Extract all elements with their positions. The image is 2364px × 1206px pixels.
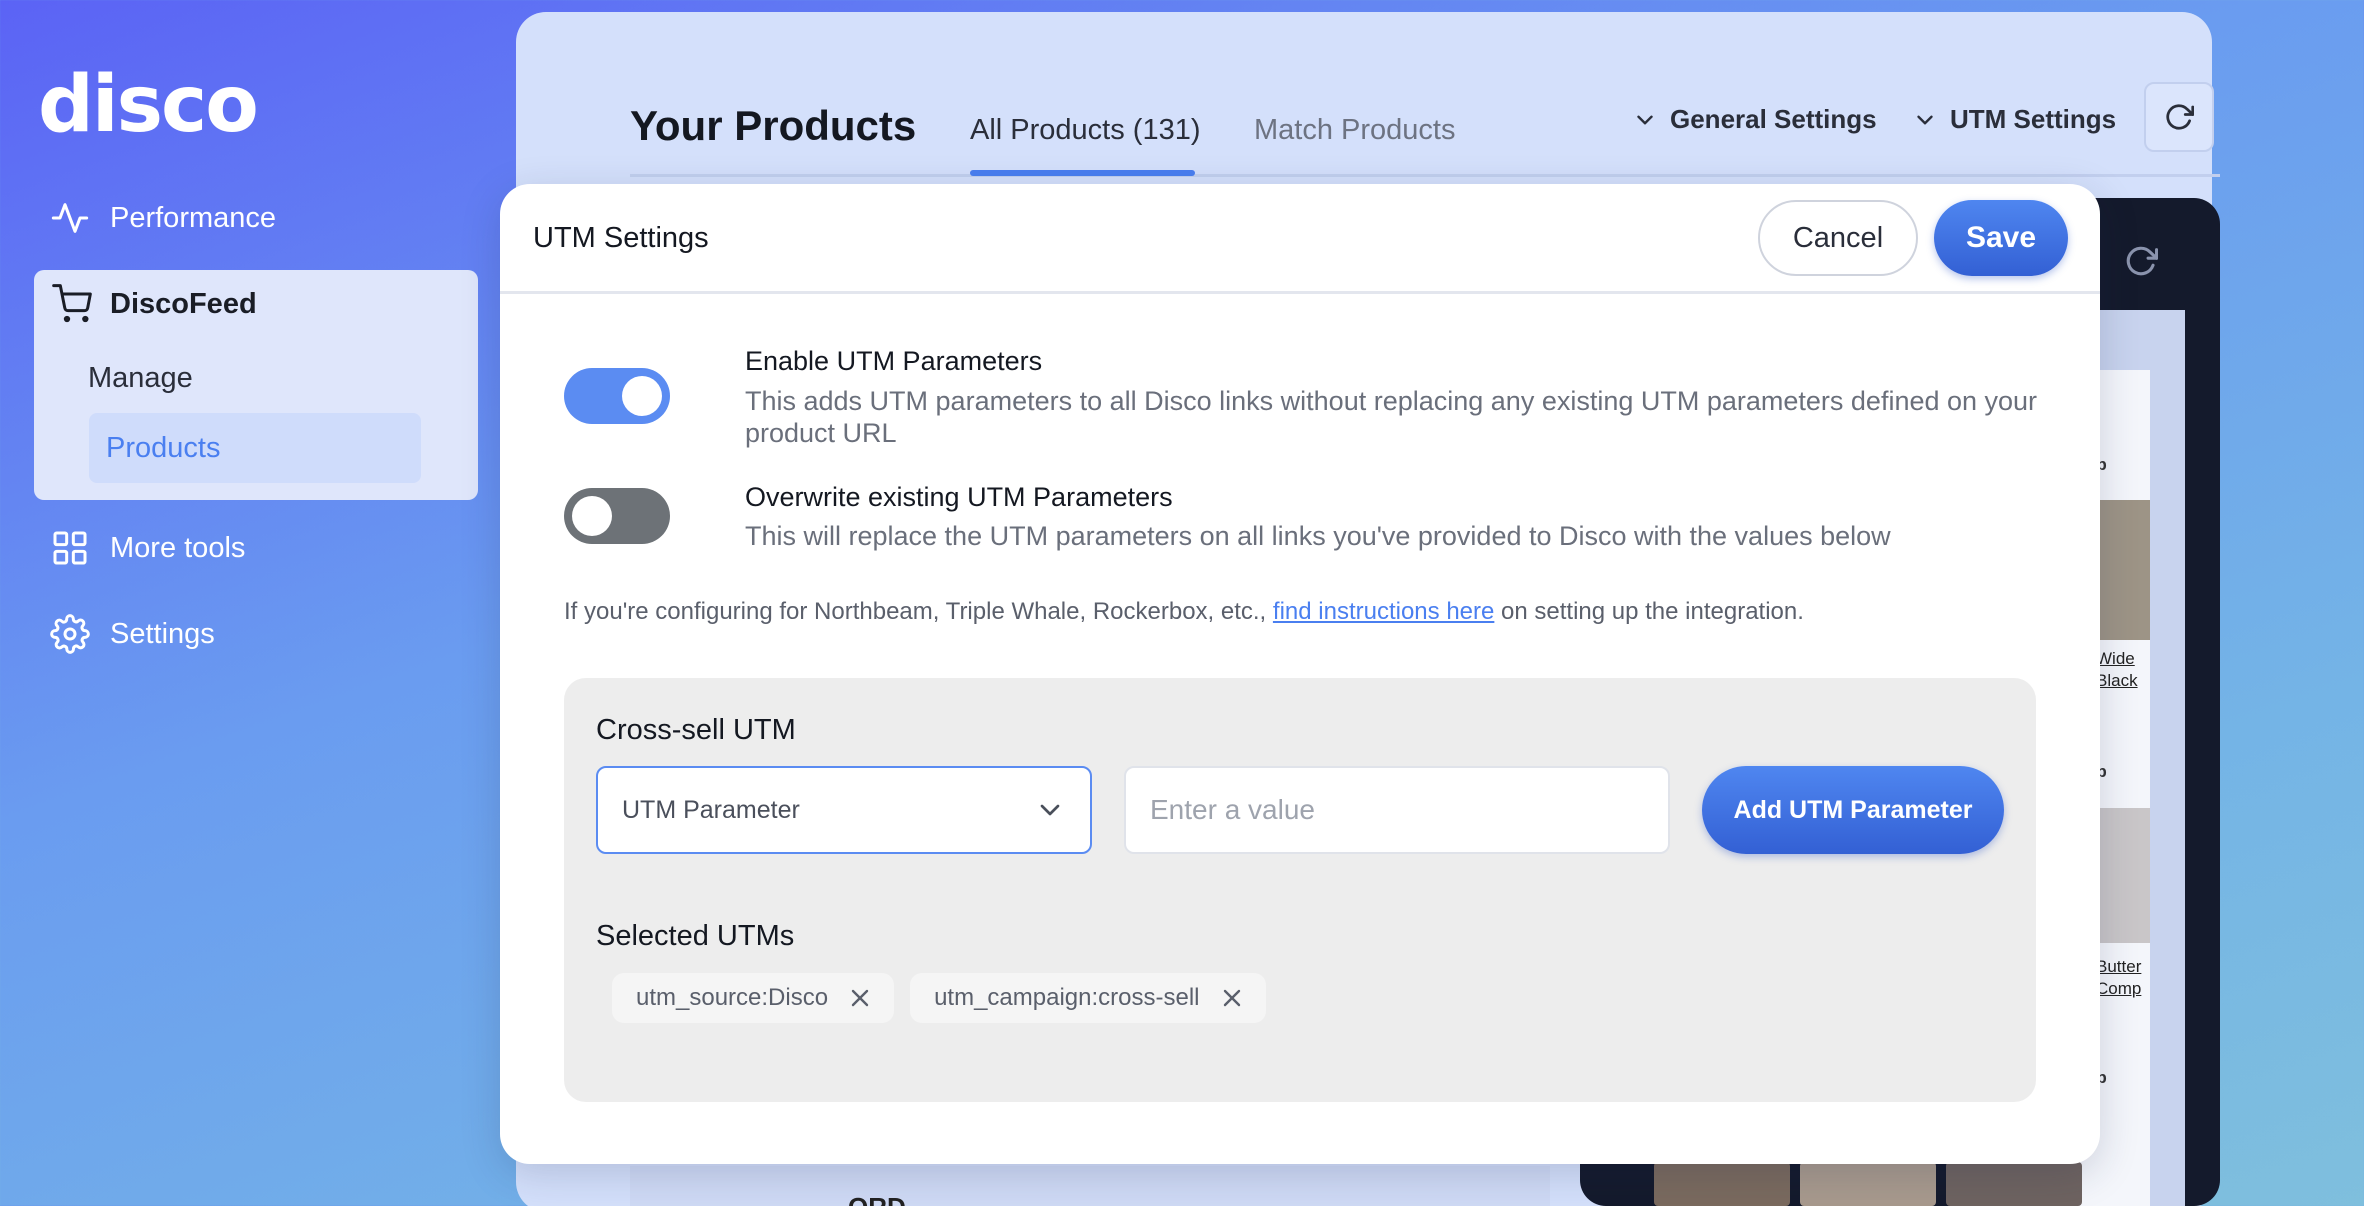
sidebar-item-discofeed[interactable]: DiscoFeed: [52, 284, 257, 324]
utm-chip: utm_campaign:cross-sell: [910, 973, 1266, 1023]
enable-utm-title: Enable UTM Parameters: [745, 346, 1043, 376]
refresh-button[interactable]: [2144, 82, 2214, 152]
page-title: Your Products: [630, 102, 917, 149]
toggle-knob: [622, 376, 662, 416]
disco-logo[interactable]: disco: [38, 66, 259, 144]
utm-settings-dropdown[interactable]: UTM Settings: [1912, 104, 2116, 135]
modal-header: UTM Settings Cancel Save: [500, 184, 2100, 294]
sidebar-item-products[interactable]: Products: [89, 413, 421, 483]
preview-product-link[interactable]: Wide: [2096, 648, 2135, 670]
sidebar-item-performance[interactable]: Performance: [50, 198, 276, 238]
sidebar-item-settings[interactable]: Settings: [50, 614, 215, 654]
toggle-knob: [572, 496, 612, 536]
save-button[interactable]: Save: [1934, 200, 2068, 276]
enable-utm-toggle[interactable]: [564, 368, 670, 424]
preview-product-link[interactable]: Butter: [2096, 956, 2141, 978]
preview-product-image: [2100, 808, 2150, 943]
preview-thumbnail-row: [1654, 1162, 2082, 1206]
enable-utm-description: This adds UTM parameters to all Disco li…: [745, 386, 2038, 448]
info-text: If you're configuring for Northbeam, Tri…: [564, 598, 1267, 625]
preview-refresh-icon[interactable]: [2124, 244, 2158, 278]
overwrite-utm-toggle[interactable]: [564, 488, 670, 544]
section-title: Cross-sell UTM: [596, 714, 796, 746]
info-text: on setting up the integration.: [1501, 598, 1804, 625]
sidebar-item-label: Performance: [110, 201, 277, 234]
active-tab-indicator: [970, 170, 1195, 176]
logo-text: disco: [38, 60, 259, 150]
cart-icon: [52, 284, 92, 323]
chip-label: utm_campaign:cross-sell: [934, 984, 1200, 1011]
chevron-down-icon: [1917, 115, 1933, 124]
integration-info: If you're configuring for Northbeam, Tri…: [564, 598, 1804, 626]
utm-value-input[interactable]: [1124, 766, 1670, 854]
overwrite-utm-title: Overwrite existing UTM Parameters: [745, 482, 1173, 512]
utm-chip: utm_source:Disco: [612, 973, 895, 1023]
preview-thumbnail: [1800, 1162, 1936, 1206]
preview-product-image: [2100, 500, 2150, 640]
close-icon[interactable]: [1220, 986, 1244, 1010]
preview-thumbnail: [1654, 1162, 1790, 1206]
grid-icon: [53, 531, 87, 565]
sidebar-item-label: Settings: [110, 617, 215, 650]
general-settings-dropdown[interactable]: General Settings: [1632, 104, 1877, 135]
activity-icon: [51, 203, 89, 233]
sidebar-group-discofeed: DiscoFeed Manage Products: [34, 270, 478, 500]
preview-product-link[interactable]: Comp: [2096, 978, 2141, 1000]
overwrite-utm-description: This will replace the UTM parameters on …: [745, 521, 1891, 551]
utm-settings-modal: UTM Settings Cancel Save Enable UTM Para…: [500, 184, 2100, 1164]
sidebar-item-manage[interactable]: Manage: [88, 362, 193, 395]
preview-thumbnail: [1946, 1162, 2082, 1206]
gear-icon: [50, 614, 90, 654]
sidebar-item-label: More tools: [110, 531, 246, 564]
selected-utms-title: Selected UTMs: [596, 920, 795, 952]
chevron-down-icon: [1040, 804, 1060, 816]
chip-label: utm_source:Disco: [636, 984, 829, 1011]
utm-parameter-select[interactable]: UTM Parameter: [596, 766, 1092, 854]
product-list-text: ORD: [848, 1192, 906, 1206]
cross-sell-utm-section: Cross-sell UTM UTM Parameter Add UTM Par…: [564, 678, 2036, 1102]
tab-all-products[interactable]: All Products (131): [970, 114, 1201, 147]
cancel-button[interactable]: Cancel: [1758, 200, 1918, 276]
tab-match-products[interactable]: Match Products: [1254, 114, 1455, 147]
selected-utms-list: utm_source:Disco utm_campaign:cross-sell: [612, 973, 1266, 1023]
sidebar-item-label: DiscoFeed: [110, 287, 257, 320]
preview-product-link[interactable]: Black: [2096, 670, 2138, 692]
sidebar-item-more-tools[interactable]: More tools: [50, 528, 245, 568]
product-list-row: [630, 1166, 1550, 1206]
dropdown-label: UTM Settings: [1950, 104, 2117, 134]
find-instructions-link[interactable]: find instructions here: [1273, 598, 1494, 625]
select-value: UTM Parameter: [622, 795, 800, 824]
modal-title: UTM Settings: [533, 222, 709, 254]
close-icon[interactable]: [848, 986, 872, 1010]
chevron-down-icon: [1637, 115, 1653, 124]
tabs-divider: [630, 174, 2220, 177]
dropdown-label: General Settings: [1670, 104, 1877, 134]
refresh-icon: [2166, 104, 2194, 130]
add-utm-parameter-button[interactable]: Add UTM Parameter: [1702, 766, 2004, 854]
